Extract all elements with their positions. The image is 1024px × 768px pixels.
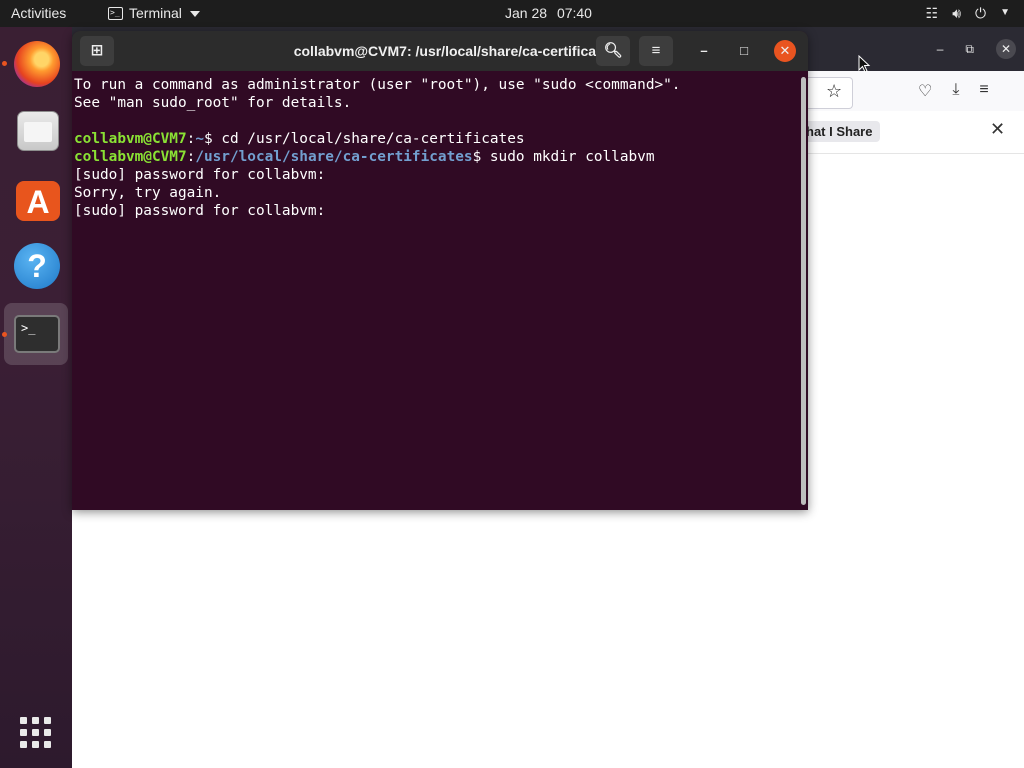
output-text: To run a command as administrator (user … xyxy=(74,77,681,93)
browser-window-controls: – ⧉ ✕ xyxy=(937,39,1016,59)
volume-icon[interactable]: 🔊︎ xyxy=(952,4,961,22)
output-text: [sudo] password for collabvm: xyxy=(74,167,326,183)
files-icon xyxy=(17,111,59,151)
terminal-icon: >_ xyxy=(14,315,60,353)
hamburger-menu-icon: ≡ xyxy=(651,42,661,59)
prompt-user: collabvm@CVM7 xyxy=(74,149,187,165)
dock-item-ubuntu-software[interactable]: A xyxy=(4,169,68,231)
terminal-line: [sudo] password for collabvm: xyxy=(74,166,794,184)
minimize-icon[interactable]: – xyxy=(937,42,944,56)
app-grid-icon[interactable] xyxy=(20,717,52,749)
clock-time: 07:40 xyxy=(556,5,592,21)
running-indicator xyxy=(2,61,7,66)
close-icon[interactable]: ✕ xyxy=(990,119,1005,140)
clock-date: Jan 28 xyxy=(505,5,548,21)
hamburger-menu-icon[interactable]: ≡ xyxy=(979,81,988,101)
dock-item-files[interactable] xyxy=(4,101,68,163)
browser-toolbar-icons: ♡ ⤓ ≡ xyxy=(918,81,989,101)
power-icon[interactable]: ⏻ xyxy=(975,4,986,22)
bookmark-star-icon[interactable]: ☆ xyxy=(826,81,842,102)
scrollbar[interactable] xyxy=(801,77,806,505)
system-tray[interactable]: ☷ 🔊︎ ⏻ ▼ xyxy=(926,4,1010,22)
notification-chip[interactable]: hat I Share xyxy=(798,121,881,142)
output-text: See "man sudo_root" for details. xyxy=(74,95,352,111)
command-text: cd /usr/local/share/ca-certificates xyxy=(221,131,525,147)
terminal-line: To run a command as administrator (user … xyxy=(74,76,794,94)
prompt-user: collabvm@CVM7 xyxy=(74,131,187,147)
help-icon: ? xyxy=(14,243,60,289)
top-bar: Activities >_ Terminal Jan 28 07:40 ☷ 🔊︎… xyxy=(0,0,1024,27)
network-icon[interactable]: ☷ xyxy=(926,4,939,22)
terminal-output[interactable]: To run a command as administrator (user … xyxy=(74,76,794,506)
dock-item-help[interactable]: ? xyxy=(4,235,68,297)
firefox-icon xyxy=(14,41,60,87)
close-icon[interactable]: ✕ xyxy=(996,39,1016,59)
chevron-down-icon[interactable]: ▼ xyxy=(1000,4,1010,22)
maximize-button[interactable]: □ xyxy=(734,41,754,61)
output-text: Sorry, try again. xyxy=(74,185,222,201)
clock[interactable]: Jan 28 07:40 xyxy=(0,5,1024,21)
command-text: sudo mkdir collabvm xyxy=(489,149,655,165)
dock-item-terminal[interactable]: >_ xyxy=(4,303,68,365)
restore-icon[interactable]: ⧉ xyxy=(965,42,974,57)
dock-item-firefox[interactable] xyxy=(4,33,68,95)
running-indicator xyxy=(2,332,7,337)
search-icon: 🔍︎ xyxy=(603,42,623,59)
download-icon[interactable]: ⤓ xyxy=(952,81,959,101)
close-button[interactable]: ✕ xyxy=(774,40,796,62)
terminal-line: See "man sudo_root" for details. xyxy=(74,94,794,112)
terminal-window: ⊞ collabvm@CVM7: /usr/local/share/ca-cer… xyxy=(72,31,808,510)
pocket-icon[interactable]: ♡ xyxy=(918,81,932,101)
dock: A ? >_ xyxy=(0,27,72,768)
prompt-path: /usr/local/share/ca-certificates xyxy=(195,149,473,165)
menu-button[interactable]: ≡ xyxy=(639,36,673,66)
terminal-line: collabvm@CVM7:~$ cd /usr/local/share/ca-… xyxy=(74,131,525,147)
search-button[interactable]: 🔍︎ xyxy=(596,36,630,66)
terminal-line: Sorry, try again. xyxy=(74,184,794,202)
terminal-line: [sudo] password for collabvm: xyxy=(74,202,794,220)
terminal-line: collabvm@CVM7:/usr/local/share/ca-certif… xyxy=(74,149,655,165)
output-text: [sudo] password for collabvm: xyxy=(74,203,326,219)
minimize-button[interactable]: – xyxy=(694,41,714,61)
ubuntu-software-icon: A xyxy=(16,181,60,221)
terminal-headerbar: ⊞ collabvm@CVM7: /usr/local/share/ca-cer… xyxy=(72,31,808,71)
prompt-path: ~ xyxy=(195,131,204,147)
